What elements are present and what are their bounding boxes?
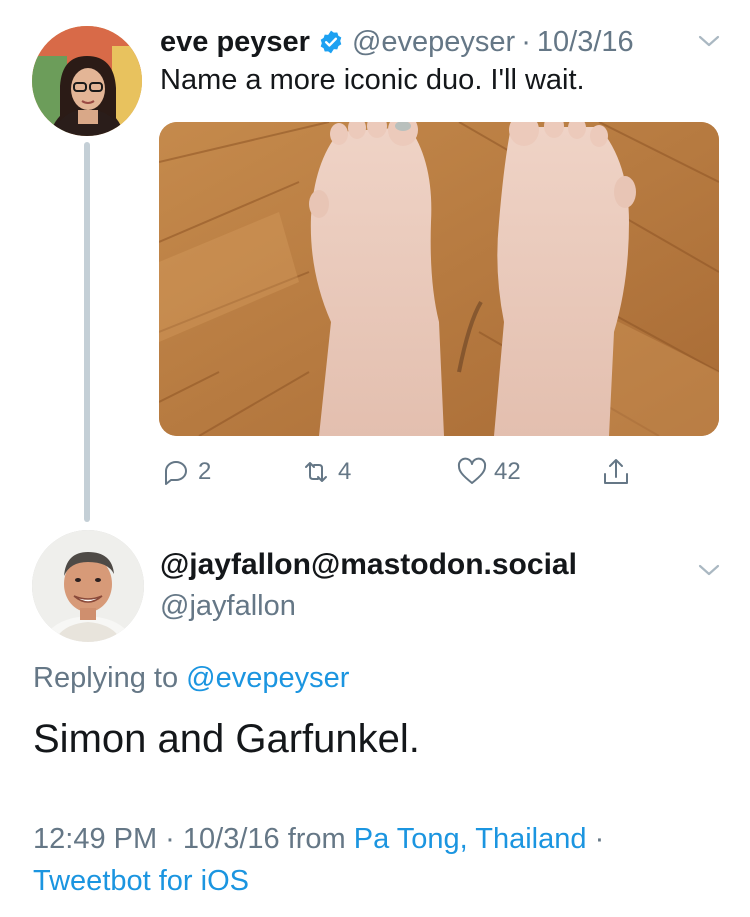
like-count: 42 [494,458,521,485]
replying-to: Replying to @evepeyser [33,662,349,695]
feet-on-wood-floor-image [159,122,719,436]
tweet2-display-name[interactable]: @jayfallon@mastodon.social [160,548,577,581]
tweet2-meta: 12:49 PM · 10/3/16 from Pa Tong, Thailan… [33,818,733,902]
tweet1-date[interactable]: 10/3/16 [537,26,634,59]
retweet-button[interactable]: 4 [300,452,351,492]
tweet2-location-link[interactable]: Pa Tong, Thailand [354,823,587,855]
thread-connector-line [84,142,90,522]
chevron-down-icon[interactable] [694,555,724,585]
chevron-down-icon[interactable] [694,26,724,56]
tweet2-meta-separator: · [586,823,605,855]
tweet1-separator: · [521,25,531,58]
share-icon [604,459,628,484]
reply-count: 2 [198,458,212,485]
tweet1-display-name[interactable]: eve peyser [160,26,310,59]
tweet2-source-link[interactable]: Tweetbot for iOS [33,865,249,897]
reply-icon [165,461,187,485]
verified-badge-icon [320,30,342,54]
heart-icon [457,457,487,484]
tweet2-timestamp: 12:49 PM · 10/3/16 from [33,823,354,855]
avatar-jay-image [32,530,144,642]
reply-button[interactable]: 2 [160,452,211,492]
avatar-eve-image [32,26,142,136]
avatar-jay-fallon[interactable] [32,530,144,642]
tweet-thread: eve peyser @evepeyser · 10/3/16 Name a m… [0,0,750,917]
tweet1-actions: 2 4 42 [160,452,660,492]
tweet1-text: Name a more iconic duo. I'll wait. [160,64,585,96]
tweet1-handle[interactable]: @evepeyser [352,26,515,59]
retweet-count: 4 [338,458,352,485]
avatar-eve-peyser[interactable] [32,26,142,136]
replying-to-prefix: Replying to [33,662,187,694]
tweet2-handle[interactable]: @jayfallon [160,590,296,623]
tweet2-text: Simon and Garfunkel. [33,717,420,761]
tweet1-header: eve peyser @evepeyser · 10/3/16 [160,22,690,62]
tweet2-header: @jayfallon@mastodon.social [160,548,577,582]
retweet-icon [305,462,327,482]
share-button[interactable] [600,452,638,492]
tweet1-photo[interactable] [159,122,719,436]
like-button[interactable]: 42 [456,452,521,492]
replying-to-link[interactable]: @evepeyser [186,662,349,694]
